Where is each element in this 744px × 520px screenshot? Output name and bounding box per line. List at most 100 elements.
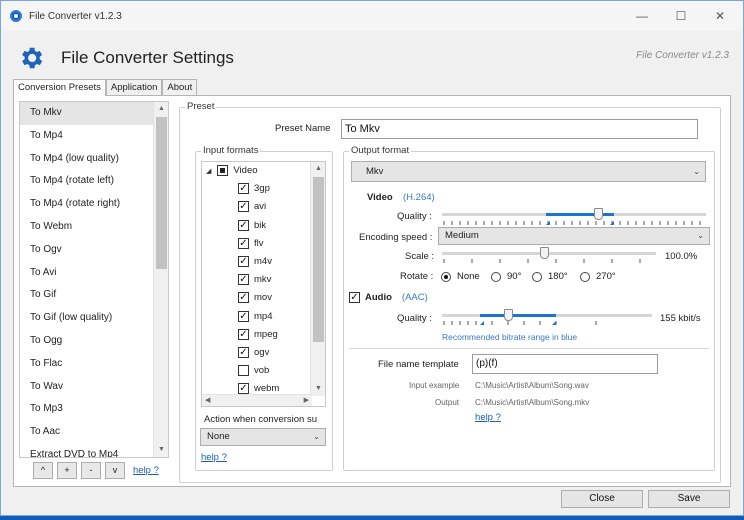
output-format-label: Output format [349,145,412,156]
preset-item[interactable]: To Mp3 [20,398,168,421]
preset-item[interactable]: To Ogv [20,239,168,262]
audio-quality-label: Quality : [397,313,432,324]
window-title: File Converter v1.2.3 [29,10,122,22]
formats-hscrollbar[interactable]: ◀ ▶ [202,394,312,406]
scrollbar-thumb[interactable] [313,177,324,342]
preset-item[interactable]: To Gif (low quality) [20,307,168,330]
close-button[interactable]: Close [561,490,643,508]
remove-preset-button[interactable]: - [81,462,101,479]
preset-item[interactable]: To Mp4 (rotate left) [20,170,168,193]
audio-quality-slider[interactable] [442,308,652,328]
preset-item[interactable]: To Aac [20,421,168,444]
radio-button[interactable] [491,271,501,282]
preset-item[interactable]: To Flac [20,353,168,376]
radio-label: None [457,271,480,282]
scroll-down-icon[interactable]: ▼ [154,443,168,457]
tree-root-label: Video [233,165,258,176]
format-checkbox[interactable]: ✓ [238,256,249,267]
maximize-button[interactable]: ☐ [672,7,690,25]
format-item[interactable]: ✓ avi [238,198,266,215]
video-quality-slider[interactable] [442,207,706,229]
move-down-button[interactable]: v [105,462,125,479]
format-item[interactable]: ✓ m4v [238,253,272,270]
slider-thumb[interactable] [504,309,513,321]
output-format-dropdown[interactable]: Mkv ⌄ [351,161,706,182]
format-item[interactable]: vob [238,362,269,379]
tree-root-video[interactable]: ◢ Video [206,162,258,179]
video-checkbox[interactable] [217,165,229,176]
scroll-up-icon[interactable]: ▲ [311,162,325,176]
file-name-help-link[interactable]: help ? [475,412,501,423]
format-checkbox[interactable]: ✓ [238,310,249,322]
input-formats-help-link[interactable]: help ? [201,452,227,463]
slider-thumb[interactable] [540,247,549,259]
format-checkbox[interactable]: ✓ [238,274,249,286]
file-name-template-input[interactable]: (p)(f) [472,354,658,374]
rotate-option-180[interactable]: 180° [532,271,568,282]
format-checkbox[interactable]: ✓ [238,201,249,213]
scroll-right-icon[interactable]: ▶ [304,396,309,404]
preset-item[interactable]: To Wav [20,376,168,399]
format-checkbox[interactable]: ✓ [238,237,249,249]
preset-name-input[interactable]: To Mkv [341,119,698,139]
rotate-option-none[interactable]: None [441,271,480,282]
close-window-button[interactable]: ✕ [711,7,729,25]
preset-item[interactable]: To Mp4 [20,125,168,148]
scroll-up-icon[interactable]: ▲ [154,102,168,116]
slider-thumb[interactable] [594,208,603,220]
move-up-button[interactable]: ^ [33,462,53,479]
scroll-down-icon[interactable]: ▼ [311,382,325,396]
page-title: File Converter Settings [61,48,234,67]
audio-toggle[interactable]: ✓ Audio (AAC) [349,289,428,306]
output-example-label: Output [435,398,460,407]
recommended-bitrate-note: Recommended bitrate range in blue [442,332,578,342]
format-checkbox[interactable] [238,365,249,377]
format-checkbox[interactable]: ✓ [238,292,249,304]
rotate-option-90[interactable]: 90° [491,271,521,282]
preset-item[interactable]: To Avi [20,262,168,285]
preset-item[interactable]: Extract DVD to Mp4 [20,444,168,457]
format-item[interactable]: ✓ 3gp [238,180,270,197]
preset-item[interactable]: To Webm [20,216,168,239]
preset-item[interactable]: To Mkv [20,102,168,125]
tab-about[interactable]: About [162,79,198,95]
tab-conversion-presets[interactable]: Conversion Presets [13,79,106,96]
presets-help-link[interactable]: help ? [133,465,159,476]
preset-list-scrollbar[interactable]: ▲ ▼ [153,102,168,457]
input-formats-tree[interactable]: ◢ Video ✓ 3gp ✓ avi ✓ bik ✓ flv ✓ m4v ✓ mkv ✓ m… [201,161,326,407]
preset-item[interactable]: To Gif [20,284,168,307]
preset-item[interactable]: To Ogg [20,330,168,353]
format-checkbox[interactable]: ✓ [238,383,249,395]
scroll-left-icon[interactable]: ◀ [205,396,210,404]
format-item[interactable]: ✓ bik [238,217,266,234]
format-item[interactable]: ✓ mov [238,289,272,306]
format-item[interactable]: ✓ ogv [238,344,269,361]
audio-checkbox[interactable]: ✓ [349,292,360,303]
format-checkbox[interactable]: ✓ [238,183,249,195]
preset-item[interactable]: To Mp4 (rotate right) [20,193,168,216]
save-button[interactable]: Save [648,490,730,508]
radio-button[interactable] [441,271,451,282]
format-item[interactable]: ✓ mkv [238,271,271,288]
radio-button[interactable] [580,271,590,282]
format-checkbox[interactable]: ✓ [238,219,249,231]
formats-scrollbar[interactable]: ▲ ▼ [310,162,325,396]
preset-list-buttons: ^ + - v help ? [33,462,159,479]
format-item[interactable]: ✓ flv [238,235,264,252]
radio-button[interactable] [532,271,542,282]
tab-application[interactable]: Application [105,79,163,95]
format-item[interactable]: ✓ mpeg [238,326,278,343]
format-item[interactable]: ✓ mp4 [238,308,272,325]
preset-item[interactable]: To Mp4 (low quality) [20,148,168,171]
minimize-button[interactable]: — [633,7,651,25]
add-preset-button[interactable]: + [57,462,77,479]
format-checkbox[interactable]: ✓ [238,328,249,340]
encoding-speed-dropdown[interactable]: Medium ⌄ [438,227,710,245]
collapse-icon[interactable]: ◢ [206,167,211,175]
scrollbar-thumb[interactable] [156,117,167,269]
scale-slider[interactable] [442,246,656,264]
preset-list[interactable]: To Mkv To Mp4 To Mp4 (low quality) To Mp… [19,101,169,458]
action-dropdown[interactable]: None ⌄ [200,428,326,446]
rotate-option-270[interactable]: 270° [580,271,616,282]
format-checkbox[interactable]: ✓ [238,347,249,358]
